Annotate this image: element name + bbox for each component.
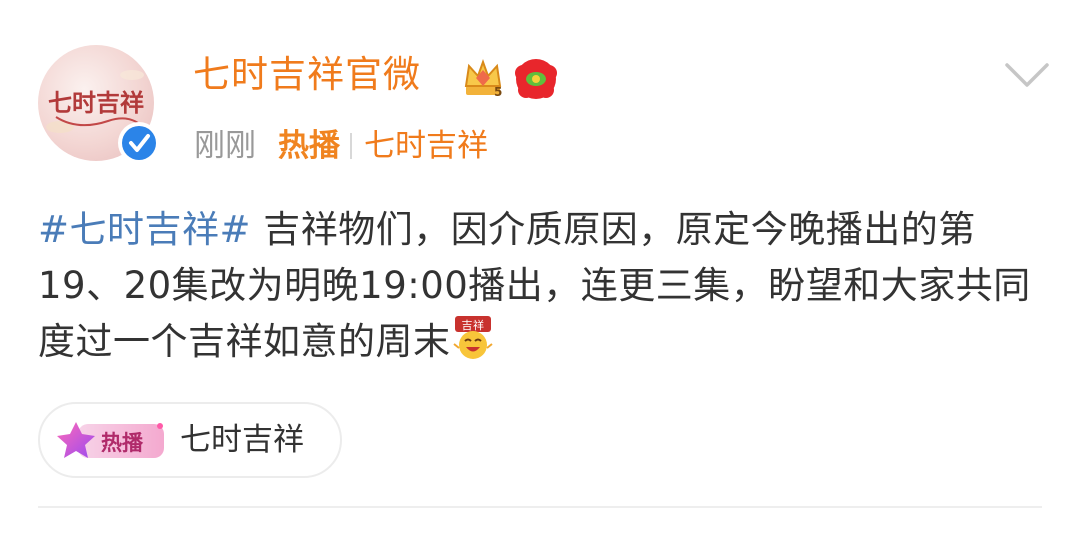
bottom-divider	[38, 506, 1042, 508]
verified-badge-icon	[122, 126, 156, 160]
meta-divider	[350, 133, 352, 159]
hashtag-link[interactable]: #七时吉祥#	[38, 208, 251, 251]
hot-broadcast-chip[interactable]: 热播 七时吉祥	[38, 402, 342, 478]
chip-label: 七时吉祥	[180, 422, 304, 458]
verified-badge	[118, 122, 160, 164]
chevron-down-icon[interactable]	[1003, 60, 1051, 90]
red-flower-badge-icon	[515, 59, 557, 99]
crown-badge-icon: 5	[464, 59, 502, 99]
svg-text:5: 5	[494, 85, 502, 99]
jixiang-emoji-icon: 吉祥	[452, 316, 493, 359]
emoji-label: 吉祥	[461, 318, 484, 332]
hot-broadcast-logo-icon: 热播	[57, 422, 164, 458]
avatar-text: 七时吉祥	[48, 88, 144, 117]
username[interactable]: 七时吉祥官微	[193, 50, 421, 100]
post-content: #七时吉祥# 吉祥物们，因介质原因，原定今晚播出的第19、20集改为明晚19:0…	[38, 202, 1048, 370]
chip-logo-label: 热播	[101, 431, 144, 455]
weibo-post-card: 七时吉祥 七时吉祥官微 5 刚刚 热播 七时吉祥 #七时吉祥# 吉祥物们，因介质原因…	[0, 0, 1080, 533]
hot-broadcast-label[interactable]: 热播	[278, 128, 340, 164]
post-source[interactable]: 七时吉祥	[364, 128, 488, 164]
post-meta: 刚刚 热播 七时吉祥	[194, 124, 488, 168]
post-time: 刚刚	[194, 128, 256, 164]
